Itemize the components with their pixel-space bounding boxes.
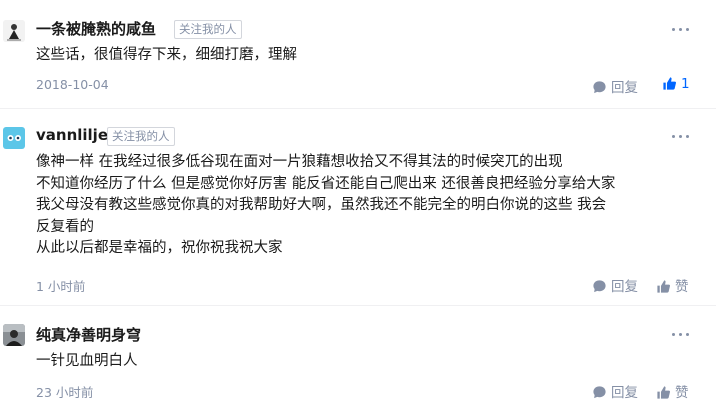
thumbs-up-icon (657, 386, 671, 399)
like-label: 赞 (675, 385, 689, 401)
comment-author[interactable]: 纯真净善明身穹 (36, 324, 141, 345)
reply-button[interactable]: 回复 (592, 381, 638, 401)
comment-time: 23 小时前 (36, 385, 94, 400)
reply-label: 回复 (611, 385, 638, 401)
more-icon[interactable] (672, 333, 690, 339)
comment-line: 一针见血明白人 (36, 353, 138, 369)
comment-content: 一针见血明白人 (36, 351, 702, 373)
avatar[interactable] (3, 324, 25, 346)
comment-item: 纯真净善明身穹 一针见血明白人 23 小时前 回复 赞 (0, 0, 716, 419)
like-button[interactable]: 赞 (656, 381, 689, 401)
comment-bubble-icon (593, 386, 606, 399)
